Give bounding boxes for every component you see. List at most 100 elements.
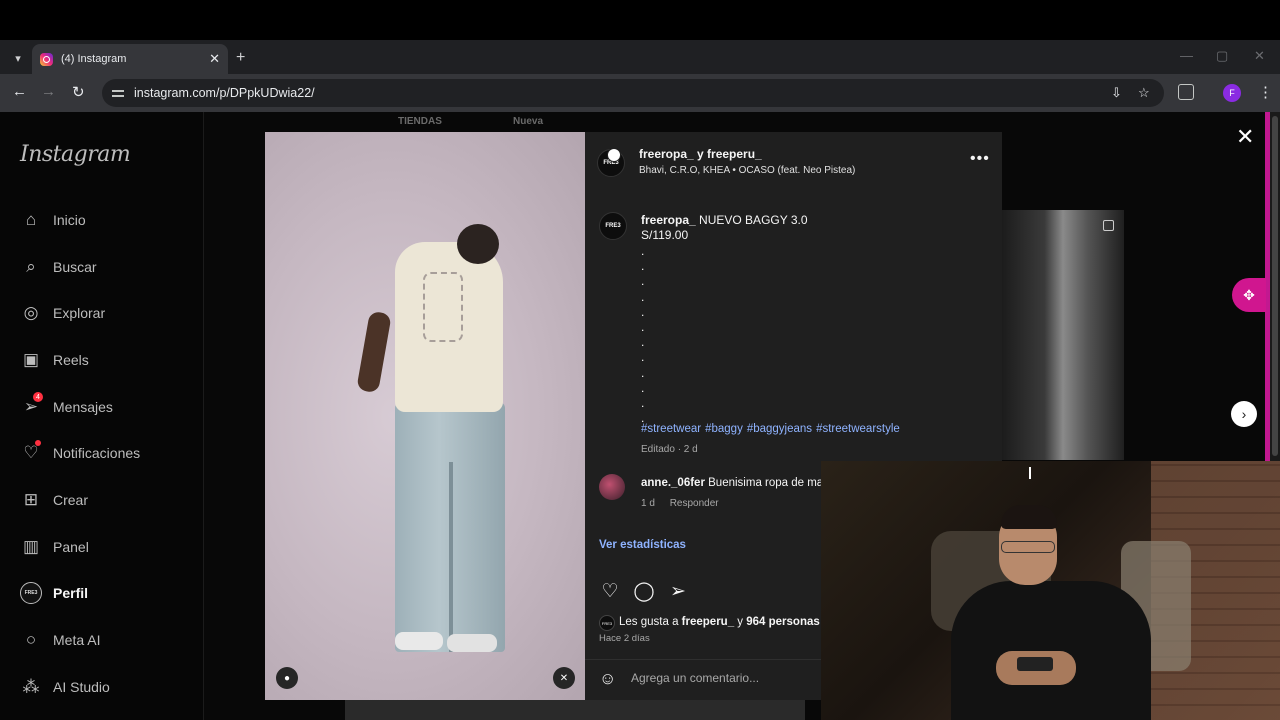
minimize-icon[interactable]: — xyxy=(1180,48,1193,63)
caption-dot: . xyxy=(641,259,645,274)
instagram-favicon-icon xyxy=(40,52,53,66)
commenter-username[interactable]: anne._06fer xyxy=(641,477,705,489)
emoji-icon[interactable]: ☺ xyxy=(599,669,616,689)
caption-dot: . xyxy=(641,380,645,395)
likes-conjunction: y xyxy=(737,616,744,628)
background-post-thumbnail[interactable] xyxy=(345,700,805,720)
sidebar-item-label: Buscar xyxy=(53,259,97,275)
install-app-icon[interactable]: ⇩ xyxy=(1111,79,1122,107)
bookmark-star-icon[interactable]: ☆ xyxy=(1138,79,1150,107)
comment-bubble-icon[interactable]: ◯ xyxy=(633,580,655,602)
new-tab-plus-icon[interactable]: + xyxy=(236,49,245,67)
bg-tab-tiendas[interactable]: TIENDAS xyxy=(398,116,442,127)
sidebar-item-label: Notificaciones xyxy=(53,445,141,461)
comment-meta: 1 d Responder xyxy=(641,498,731,509)
forward-arrow-icon[interactable]: → xyxy=(41,83,56,100)
reels-icon: ▣ xyxy=(22,350,40,369)
caption-dot: . xyxy=(641,365,645,380)
sidebar-item-explorar[interactable]: ◎ Explorar xyxy=(20,300,106,326)
caption-dot: . xyxy=(641,335,645,350)
view-insights-link[interactable]: Ver estadísticas xyxy=(599,539,686,551)
hashtag-link[interactable]: #streetwear xyxy=(641,423,701,435)
video-subject-arm xyxy=(356,310,392,394)
comment-body: Buenisima ropa de ma xyxy=(708,477,824,489)
video-subject-shoe xyxy=(447,634,497,652)
site-settings-icon[interactable] xyxy=(112,87,124,99)
caption-dot: . xyxy=(641,350,645,365)
window-close-icon[interactable]: ✕ xyxy=(1254,48,1265,64)
caption-dots: . . . . . . . . . . . . xyxy=(641,244,644,426)
caption-author-avatar[interactable]: FRE3 xyxy=(599,212,627,240)
screen-top-bar xyxy=(0,0,1280,40)
webcam-person-glasses xyxy=(1001,541,1055,553)
heart-icon: ♡ xyxy=(20,440,42,464)
hashtag-link[interactable]: #baggy xyxy=(705,423,743,435)
sidebar-item-crear[interactable]: ⊞ Crear xyxy=(20,487,88,513)
tab-close-icon[interactable]: ✕ xyxy=(209,51,220,67)
browser-profile-avatar[interactable]: F xyxy=(1223,84,1241,102)
back-arrow-icon[interactable]: ← xyxy=(12,83,27,100)
sidebar-item-mensajes[interactable]: ➢ 4 Mensajes xyxy=(20,392,113,420)
post-video[interactable]: ● ✕ xyxy=(265,132,585,700)
caption-hashtags: #streetwear #baggy #baggyjeans #streetwears… xyxy=(641,423,904,435)
video-subject-jeans-seam xyxy=(449,462,453,652)
post-caption: freeropa_ NUEVO BAGGY 3.0 S/119.00 xyxy=(641,213,981,243)
text-cursor xyxy=(1029,467,1031,479)
video-subject-shoe xyxy=(395,632,443,650)
sidebar-item-meta-ai[interactable]: ○ Meta AI xyxy=(20,627,101,653)
maximize-icon[interactable]: ▢ xyxy=(1216,48,1228,64)
sidebar-item-panel[interactable]: ▥ Panel xyxy=(20,534,89,560)
video-subject-head xyxy=(457,224,499,264)
liker-avatar[interactable]: FRE3 xyxy=(599,615,615,631)
more-options-icon[interactable]: ••• xyxy=(970,150,990,168)
sidebar-item-label: Reels xyxy=(53,352,89,368)
browser-menu-icon[interactable]: ⋮ xyxy=(1258,83,1273,101)
hashtag-link[interactable]: #streetwearstyle xyxy=(816,423,900,435)
caption-dot: . xyxy=(641,244,645,258)
post-authors[interactable]: freeropa_ y freeperu_ xyxy=(639,147,762,161)
sidebar-item-inicio[interactable]: ⌂ Inicio xyxy=(20,207,86,233)
bg-tab-nueva[interactable]: Nueva xyxy=(513,116,543,127)
caption-text: NUEVO BAGGY 3.0 xyxy=(699,213,808,227)
sidebar-item-buscar[interactable]: ⌕ Buscar xyxy=(20,254,97,280)
webcam-phone xyxy=(1017,657,1053,671)
instagram-logo[interactable]: Instagram xyxy=(20,142,131,167)
tab-search-chevron-icon[interactable]: ▾ xyxy=(8,48,28,68)
post-time: Hace 2 días xyxy=(599,633,650,644)
reply-button[interactable]: Responder xyxy=(670,498,719,509)
caption-dot: . xyxy=(641,304,645,319)
extensions-puzzle-icon[interactable] xyxy=(1178,84,1194,100)
caption-username[interactable]: freeropa_ xyxy=(641,213,696,227)
sidebar-item-reels[interactable]: ▣ Reels xyxy=(20,347,89,373)
caption-price: S/119.00 xyxy=(641,228,689,242)
messenger-icon: ➢ 4 xyxy=(20,392,43,418)
sidebar-item-ai-studio[interactable]: ⁂ AI Studio xyxy=(20,674,110,700)
liker-username[interactable]: freeperu_ xyxy=(682,616,734,628)
next-post-chevron-icon[interactable]: › xyxy=(1231,401,1257,427)
tagged-user-icon[interactable]: ● xyxy=(276,667,298,689)
extension-floating-button[interactable]: ✥ xyxy=(1232,278,1266,312)
caption-edited-time: Editado · 2 d xyxy=(641,444,698,455)
url-text: instagram.com/p/DPpkUDwia22/ xyxy=(134,86,315,100)
close-modal-icon[interactable]: ✕ xyxy=(1236,124,1254,150)
instagram-sidebar: Instagram ⌂ Inicio ⌕ Buscar ◎ Explorar ▣… xyxy=(0,112,204,720)
collab-avatar[interactable] xyxy=(607,148,621,162)
browser-tab[interactable]: (4) Instagram ✕ xyxy=(32,44,228,74)
likes-summary: Les gusta a freeperu_ y 964 personas m xyxy=(619,616,833,628)
hashtag-link[interactable]: #baggyjeans xyxy=(747,423,812,435)
post-audio[interactable]: Bhavi, C.R.O, KHEA • OCASO (feat. Neo Pi… xyxy=(639,165,855,176)
scrollbar-thumb[interactable] xyxy=(1272,116,1278,456)
likes-prefix: Les gusta a xyxy=(619,616,679,628)
like-heart-icon[interactable]: ♡ xyxy=(599,580,621,602)
sidebar-item-notificaciones[interactable]: ♡ Notificaciones xyxy=(20,440,140,466)
messages-badge: 4 xyxy=(33,392,43,402)
commenter-avatar[interactable] xyxy=(599,474,625,500)
share-send-icon[interactable]: ➢ xyxy=(667,580,689,602)
sidebar-item-perfil[interactable]: FRE3 Perfil xyxy=(20,580,88,606)
reload-icon[interactable]: ↻ xyxy=(72,83,85,101)
sidebar-item-label: Inicio xyxy=(53,212,86,228)
background-post-thumbnail[interactable] xyxy=(1002,210,1124,460)
mute-icon[interactable]: ✕ xyxy=(553,667,575,689)
address-bar[interactable]: instagram.com/p/DPpkUDwia22/ ⇩ ☆ xyxy=(102,79,1164,107)
video-subject-shirt-print xyxy=(423,272,463,342)
